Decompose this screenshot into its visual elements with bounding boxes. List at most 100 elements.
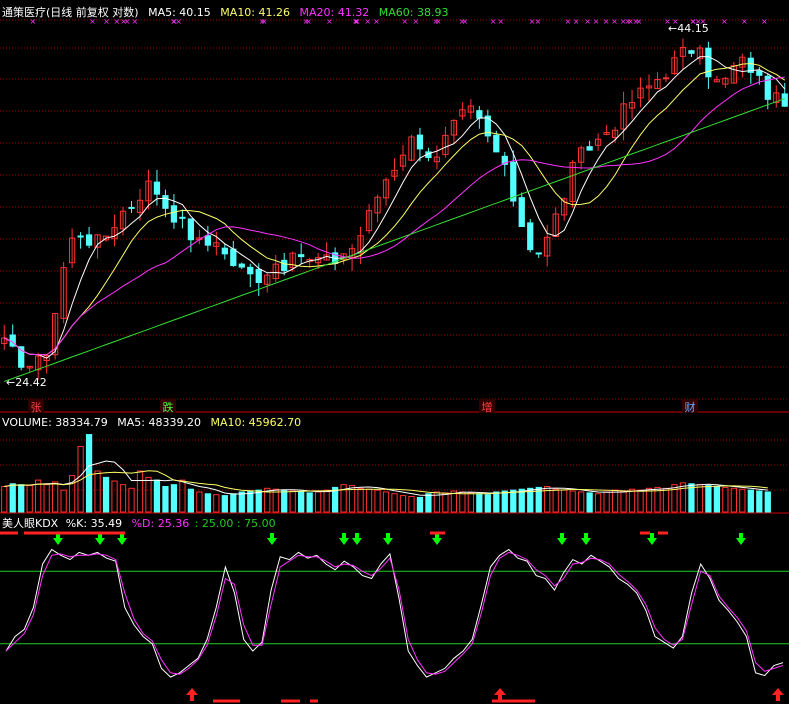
- volume-bar-4: [35, 479, 42, 513]
- volume-bar-29: [247, 490, 254, 513]
- kdx-d-value: %D: 25.36: [131, 517, 190, 530]
- volume-bar-82: [696, 484, 704, 513]
- candle-body-9: [77, 235, 84, 238]
- signal-cross-mark: ×: [636, 17, 643, 26]
- volume-bar-86: [730, 487, 737, 513]
- annotation-labels: ←44.15 ←24.42 张 跌 增 财: [6, 22, 709, 414]
- ma60-line: [4, 98, 785, 382]
- volume-bar-84: [713, 485, 721, 513]
- buy-arrow-2: [772, 688, 784, 701]
- candle-body-22: [187, 218, 195, 241]
- volume-bar-12: [102, 476, 110, 513]
- candle-body-19: [162, 195, 169, 209]
- sell-arrow-11: [736, 533, 746, 545]
- signal-cross-mark: ×: [534, 17, 541, 26]
- volume-bar-11: [94, 470, 101, 513]
- candle-body-92: [781, 93, 788, 107]
- volume-bar-7: [60, 489, 67, 513]
- ma5-legend: MA5: 40.15: [148, 6, 211, 19]
- signal-cross-mark: ×: [498, 17, 505, 26]
- ma10-legend: MA10: 41.26: [220, 6, 291, 19]
- kdx-d-line: [5, 551, 784, 675]
- signal-cross-mark: ×: [565, 17, 572, 26]
- candle-body-28: [238, 263, 245, 268]
- candle-body-56: [476, 110, 483, 119]
- volume-bar-32: [272, 488, 279, 513]
- candle-body-33: [281, 259, 288, 272]
- event-tag-0: 张: [31, 401, 42, 414]
- volume-bar-2: [18, 484, 25, 513]
- candle-body-63: [535, 252, 542, 255]
- volume-bar-52: [442, 492, 449, 513]
- volume-bar-72: [611, 489, 619, 513]
- sell-arrow-0: [53, 533, 63, 545]
- volume-bar-73: [620, 490, 627, 513]
- volume-bar-55: [467, 492, 474, 513]
- volume-bar-13: [111, 480, 118, 513]
- volume-bar-48: [408, 496, 415, 513]
- volume-bar-87: [739, 488, 746, 513]
- sell-arrow-7: [432, 533, 442, 545]
- candle-body-61: [518, 197, 525, 228]
- volume-bar-28: [238, 491, 245, 513]
- volume-ma5: MA5: 48339.20: [117, 416, 201, 429]
- sell-arrow-1: [95, 533, 105, 545]
- volume-bar-58: [493, 491, 500, 513]
- volume-bar-43: [365, 488, 373, 513]
- ma20-legend: MA20: 41.32: [299, 6, 370, 19]
- volume-bar-67: [569, 490, 576, 513]
- signal-cross-mark: ×: [529, 17, 536, 26]
- candle-body-26: [221, 247, 228, 255]
- volume-bar-78: [662, 487, 670, 513]
- volume-bar-33: [281, 489, 288, 513]
- volume-bar-15: [128, 487, 135, 513]
- candle-body-58: [493, 134, 500, 153]
- kdx-lines: [0, 531, 789, 703]
- volume-bar-5: [43, 484, 50, 513]
- volume-bars: [1, 434, 771, 513]
- volume-bar-42: [357, 487, 364, 513]
- kdx-levels: : 25.00 : 75.00: [194, 517, 276, 530]
- candle-body-81: [688, 50, 695, 54]
- volume-bar-71: [603, 491, 610, 513]
- volume-bar-59: [501, 490, 508, 513]
- event-tag-1: 跌: [163, 400, 174, 414]
- signal-cross-mark: ×: [603, 17, 610, 26]
- volume-bar-27: [230, 493, 237, 513]
- volume-bar-22: [187, 488, 195, 513]
- volume-bar-37: [315, 491, 322, 513]
- signal-cross-mark: ×: [741, 17, 748, 26]
- volume-bar-80: [679, 482, 687, 513]
- volume-bar-68: [578, 491, 585, 513]
- volume-bar-54: [459, 491, 466, 513]
- candle-body-15: [128, 206, 135, 209]
- ma5-line: [3, 56, 786, 359]
- volume-bar-18: [153, 479, 161, 513]
- signal-cross-mark: ×: [721, 17, 728, 26]
- volume-bar-35: [298, 491, 305, 513]
- sell-arrow-3: [267, 533, 277, 545]
- low-annotation: ←24.42: [6, 376, 47, 389]
- volume-bar-21: [179, 479, 186, 513]
- volume-bar-76: [645, 487, 653, 513]
- volume-bar-65: [552, 488, 559, 513]
- candle-body-69: [586, 146, 593, 151]
- sell-arrow-4: [339, 533, 349, 545]
- volume-bar-10: [85, 434, 93, 513]
- candle-body-35: [298, 254, 305, 258]
- ma10-line: [3, 62, 786, 356]
- price-candles: [1, 38, 788, 380]
- event-tag-3: 财: [685, 400, 696, 414]
- volume-bar-47: [399, 495, 407, 513]
- volume-bar-6: [52, 481, 59, 513]
- volume-bar-16: [136, 470, 144, 513]
- volume-bar-69: [586, 492, 593, 513]
- candle-body-89: [756, 70, 763, 76]
- ma60-legend: MA60: 38.93: [378, 6, 449, 19]
- signal-cross-mark: ×: [490, 17, 497, 26]
- candle-body-18: [153, 181, 161, 195]
- candle-body-60: [510, 161, 517, 202]
- signal-cross-mark: ×: [761, 17, 768, 26]
- volume-bar-26: [221, 495, 228, 513]
- volume-bar-1: [9, 483, 16, 513]
